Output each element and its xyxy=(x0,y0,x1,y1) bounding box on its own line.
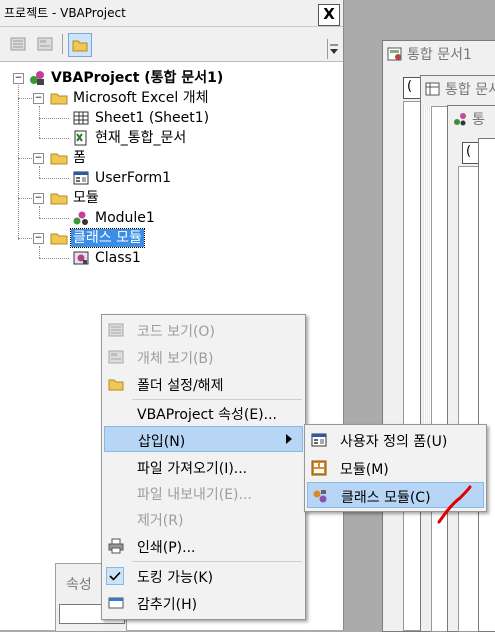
tree-line xyxy=(39,118,69,119)
menu-item-toggle-folders[interactable]: 폴더 설정/해제 xyxy=(104,371,303,397)
project-pane-titlebar[interactable]: 프로젝트 - VBAProject X xyxy=(0,0,343,27)
tree-line xyxy=(18,158,32,159)
tree-line xyxy=(18,238,32,239)
view-object-button[interactable] xyxy=(34,33,56,55)
tree-item-userform1[interactable]: UserForm1 xyxy=(72,168,173,188)
tree-folder-modules[interactable]: 모듈 xyxy=(50,188,101,208)
menu-item-hide[interactable]: 감추기(H) xyxy=(104,590,303,616)
tree-folder-excel-objects[interactable]: Microsoft Excel 개체 xyxy=(50,88,210,108)
class-module-icon xyxy=(72,250,90,266)
code-window-2-title: 통합 문서1 xyxy=(425,79,495,99)
tree-line xyxy=(39,218,69,219)
submenu-item-module[interactable]: 모듈(M) xyxy=(307,455,484,481)
tree-item-thisworkbook[interactable]: 현재_통합_문서 xyxy=(72,128,188,148)
printer-icon xyxy=(108,538,124,554)
folder-icon xyxy=(50,150,68,166)
tree-collapse-toggle[interactable]: − xyxy=(33,93,44,104)
tree-line xyxy=(39,178,69,179)
tree-line xyxy=(39,206,40,218)
folder-open-icon xyxy=(50,230,68,246)
menu-item-import-file[interactable]: 파일 가져오기(I)... xyxy=(104,454,303,480)
folder-icon xyxy=(50,190,68,206)
menu-item-project-properties[interactable]: VBAProject 속성(E)... xyxy=(104,400,303,426)
folder-icon xyxy=(50,90,68,106)
tree-line xyxy=(39,166,40,178)
code-window-1-title: 통합 문서1 xyxy=(387,44,472,64)
worksheet-icon xyxy=(72,110,90,126)
module-icon xyxy=(72,210,90,226)
sheet-icon xyxy=(425,81,441,97)
menu-item-insert[interactable]: 삽입(N) xyxy=(104,426,303,452)
tree-collapse-toggle[interactable]: − xyxy=(33,193,44,204)
tree-item-module1[interactable]: Module1 xyxy=(72,208,157,228)
toolbar-scroll-handle[interactable] xyxy=(327,39,340,59)
module-icon xyxy=(311,460,327,476)
view-object-icon xyxy=(108,349,124,365)
tree-line xyxy=(18,82,19,240)
menu-item-export-file[interactable]: 파일 내보내기(E)... xyxy=(104,480,303,506)
menu-item-print[interactable]: 인쇄(P)... xyxy=(104,533,303,559)
tree-item-class1[interactable]: Class1 xyxy=(72,248,143,268)
workbook-icon xyxy=(387,46,403,62)
tree-item-sheet1[interactable]: Sheet1 (Sheet1) xyxy=(72,108,211,128)
code-window-3-title: 통 xyxy=(452,109,485,129)
checkmark-icon xyxy=(106,567,124,585)
tree-line xyxy=(39,106,40,138)
toggle-folders-button[interactable] xyxy=(68,33,92,57)
menu-item-dockable[interactable]: 도킹 가능(K) xyxy=(104,563,303,589)
tree-line xyxy=(39,258,69,259)
red-pen-annotation xyxy=(437,485,472,524)
tree-collapse-toggle[interactable]: − xyxy=(33,153,44,164)
tree-folder-forms[interactable]: 폼 xyxy=(50,148,88,168)
workbook-icon xyxy=(72,130,90,146)
module-icon xyxy=(452,111,468,127)
view-object-icon xyxy=(37,37,53,51)
menu-item-view-code[interactable]: 코드 보기(O) xyxy=(104,317,303,343)
code-window-4[interactable] xyxy=(478,138,495,632)
view-code-button[interactable] xyxy=(7,33,29,55)
tree-collapse-toggle[interactable]: − xyxy=(13,73,24,84)
hide-window-icon xyxy=(108,595,124,611)
tree-line xyxy=(18,98,32,99)
close-button[interactable]: X xyxy=(318,4,340,26)
toolbar-separator xyxy=(62,34,63,54)
project-pane-title: 프로젝트 - VBAProject xyxy=(4,6,126,20)
menu-item-remove[interactable]: 제거(R) xyxy=(104,506,303,532)
tree-line xyxy=(39,246,40,258)
tree-line xyxy=(18,198,32,199)
submenu-arrow-icon xyxy=(286,434,292,444)
userform-icon xyxy=(72,170,90,186)
tree-collapse-toggle[interactable]: − xyxy=(33,233,44,244)
view-code-icon xyxy=(108,322,124,338)
userform-icon xyxy=(311,432,327,448)
tree-line xyxy=(39,138,69,139)
submenu-item-userform[interactable]: 사용자 정의 폼(U) xyxy=(307,427,484,453)
tree-item-vbaproject[interactable]: VBAProject (통합 문서1) xyxy=(28,68,225,88)
context-menu: 코드 보기(O) 개체 보기(B) 폴더 설정/해제 VBAProject 속성… xyxy=(101,314,306,620)
view-code-icon xyxy=(10,37,26,51)
project-toolbar xyxy=(0,27,343,62)
properties-window-title: 속성 xyxy=(66,577,92,593)
class-module-icon xyxy=(312,488,328,504)
folder-icon xyxy=(108,376,124,392)
menu-item-view-object[interactable]: 개체 보기(B) xyxy=(104,344,303,370)
menu-separator xyxy=(132,561,302,562)
tree-folder-class-modules[interactable]: 클래스 모듈 xyxy=(50,228,145,248)
vbaproject-icon xyxy=(28,70,46,86)
folder-icon xyxy=(72,40,88,52)
